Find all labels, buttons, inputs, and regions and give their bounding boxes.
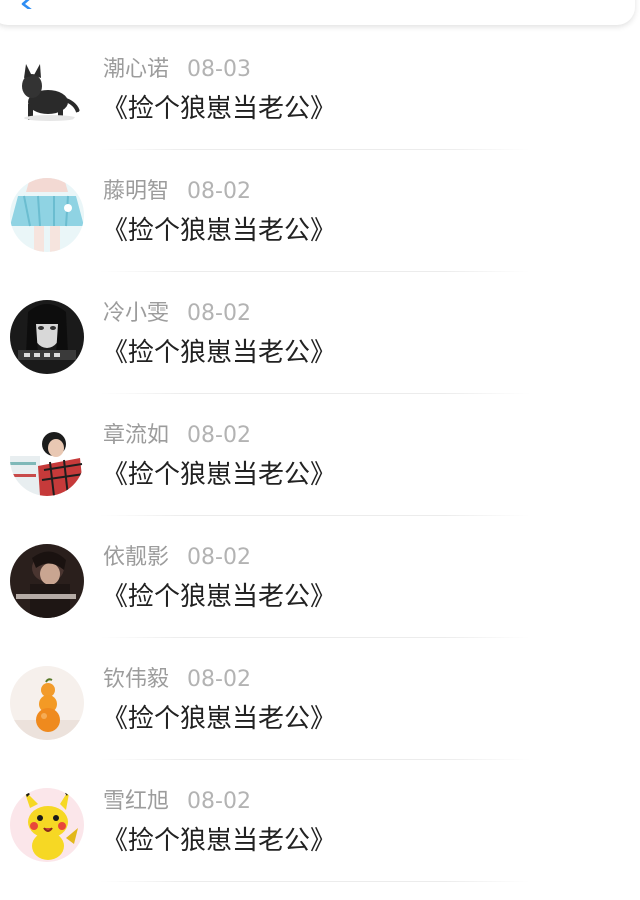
comment-date: 08-02 [187, 667, 251, 692]
divider [100, 515, 530, 516]
comment-list: 潮心诺 08-03 《捡个狼崽当老公》 藤明智 08-02 《捡个狼崽当老公》 … [0, 42, 640, 896]
avatar[interactable] [10, 56, 84, 130]
divider [100, 149, 530, 150]
avatar[interactable] [10, 178, 84, 252]
bw-girl-icon [10, 300, 84, 374]
boy-plaid-icon [10, 422, 84, 496]
comment-text: 《捡个狼崽当老公》 [102, 826, 337, 856]
top-navigation-bar [0, 0, 635, 25]
comment-text: 《捡个狼崽当老公》 [102, 704, 337, 734]
comment-username[interactable]: 潮心诺 [103, 57, 169, 82]
comment-item[interactable]: 潮心诺 08-03 《捡个狼崽当老公》 [0, 42, 640, 164]
comment-username[interactable]: 雪红旭 [103, 789, 169, 814]
comment-list-screen: 潮心诺 08-03 《捡个狼崽当老公》 藤明智 08-02 《捡个狼崽当老公》 … [0, 0, 640, 900]
comment-item[interactable]: 冷小雯 08-02 《捡个狼崽当老公》 [0, 286, 640, 408]
comment-username[interactable]: 藤明智 [103, 179, 169, 204]
comment-date: 08-02 [187, 545, 251, 570]
comment-username[interactable]: 依靓影 [103, 545, 169, 570]
comment-item[interactable]: 章流如 08-02 《捡个狼崽当老公》 [0, 408, 640, 530]
avatar[interactable] [10, 544, 84, 618]
avatar[interactable] [10, 422, 84, 496]
blue-skirt-icon [10, 178, 84, 252]
comment-date: 08-02 [187, 789, 251, 814]
pikachu-icon [10, 788, 84, 862]
comment-item[interactable]: 钦伟毅 08-02 《捡个狼崽当老公》 [0, 652, 640, 774]
comment-text: 《捡个狼崽当老公》 [102, 94, 337, 124]
avatar[interactable] [10, 300, 84, 374]
comment-date: 08-02 [187, 179, 251, 204]
avatar[interactable] [10, 666, 84, 740]
comment-text: 《捡个狼崽当老公》 [102, 582, 337, 612]
comment-item[interactable]: 藤明智 08-02 《捡个狼崽当老公》 [0, 164, 640, 286]
black-cat-icon [10, 56, 84, 130]
divider [100, 637, 530, 638]
comment-date: 08-03 [187, 57, 251, 82]
divider [100, 759, 530, 760]
comment-item[interactable]: 雪红旭 08-02 《捡个狼崽当老公》 [0, 774, 640, 896]
comment-item[interactable]: 依靓影 08-02 《捡个狼崽当老公》 [0, 530, 640, 652]
divider [100, 271, 530, 272]
divider [100, 881, 530, 882]
back-chevron-icon[interactable] [18, 0, 38, 9]
divider [100, 393, 530, 394]
comment-text: 《捡个狼崽当老公》 [102, 216, 337, 246]
comment-username[interactable]: 章流如 [103, 423, 169, 448]
oranges-icon [10, 666, 84, 740]
comment-date: 08-02 [187, 423, 251, 448]
comment-username[interactable]: 钦伟毅 [103, 667, 169, 692]
avatar[interactable] [10, 788, 84, 862]
comment-username[interactable]: 冷小雯 [103, 301, 169, 326]
dark-photo-icon [10, 544, 84, 618]
comment-text: 《捡个狼崽当老公》 [102, 460, 337, 490]
comment-date: 08-02 [187, 301, 251, 326]
comment-text: 《捡个狼崽当老公》 [102, 338, 337, 368]
